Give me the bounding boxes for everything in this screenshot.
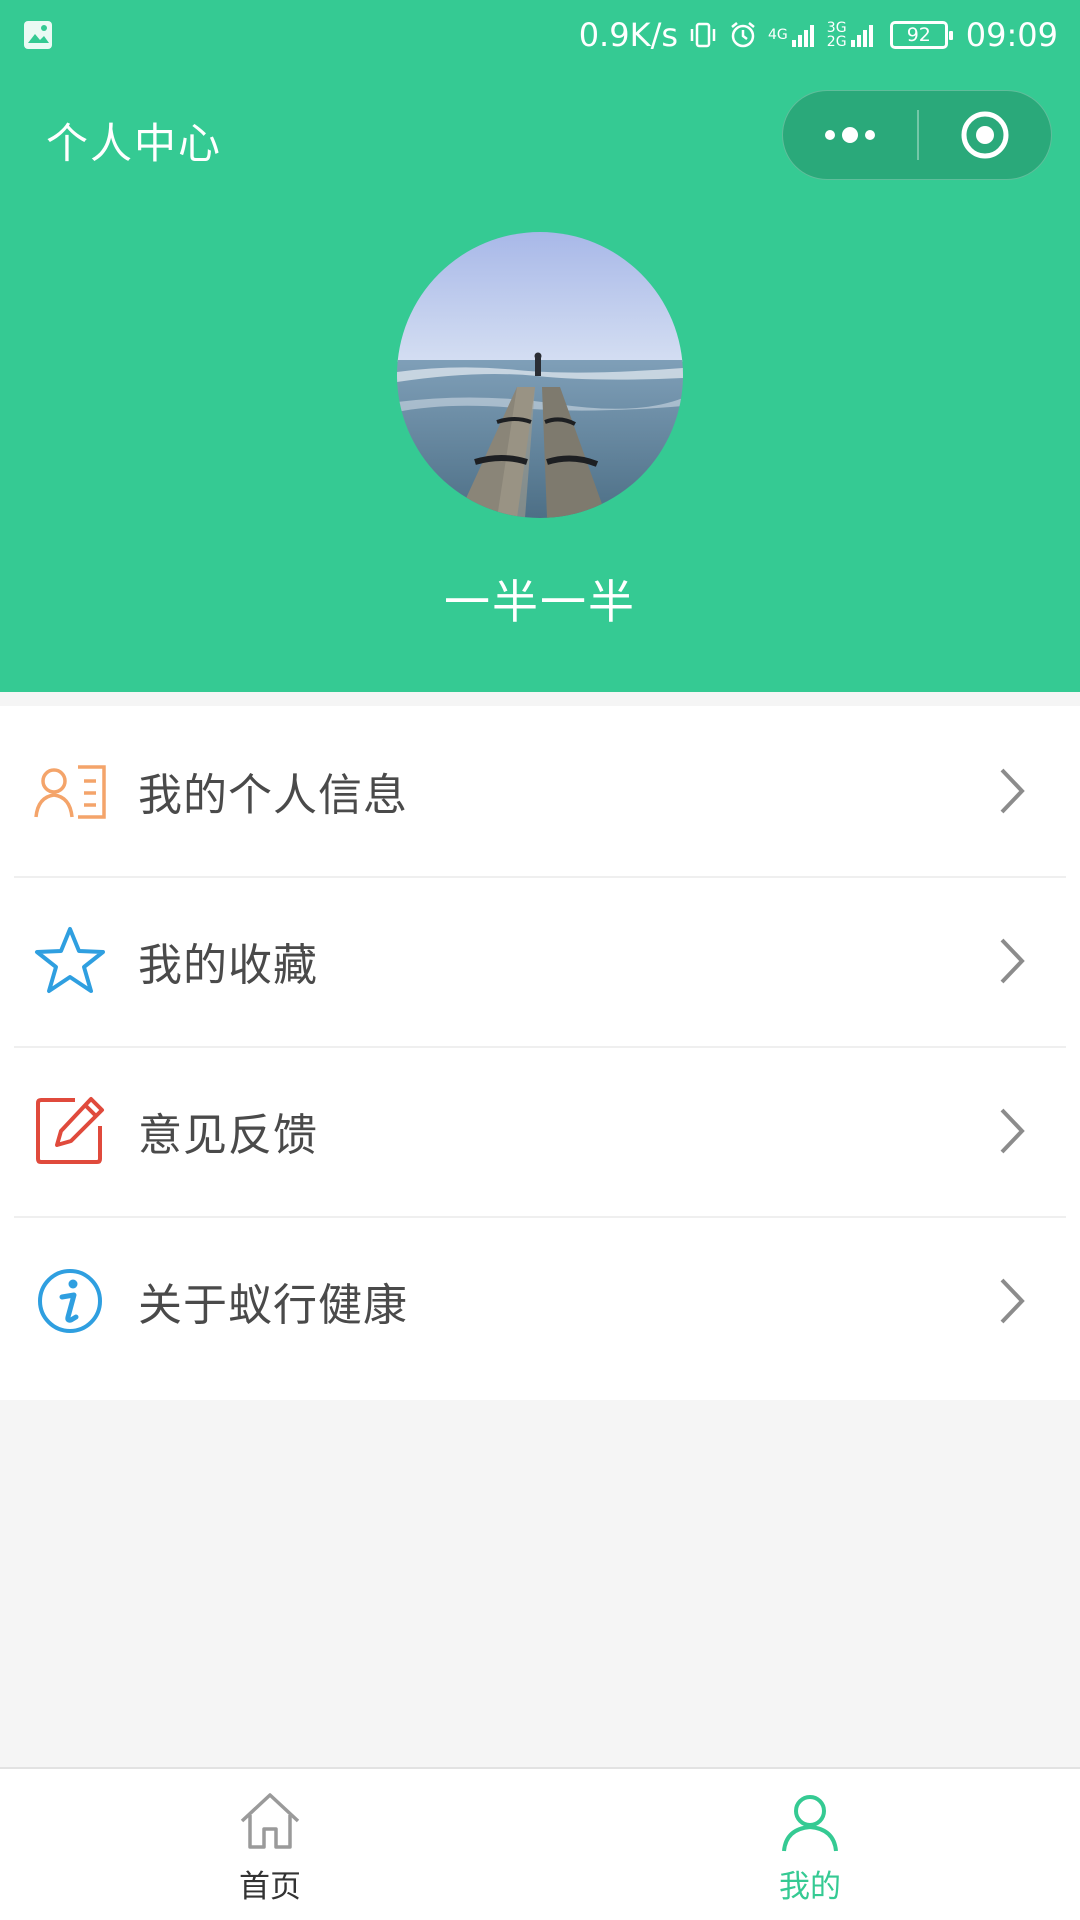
more-button[interactable] [783,91,917,179]
menu-item-about[interactable]: 关于蚁行健康 [0,1216,1080,1386]
tab-home[interactable]: 首页 [0,1769,540,1920]
menu-label-profile-info: 我的个人信息 [138,770,408,821]
mini-program-capsule [782,90,1052,180]
target-close-icon [961,111,1009,159]
signal-label-2: 3G 2G [826,20,847,50]
tab-bar: 首页 我的 [0,1767,1080,1920]
signal-icon [791,25,814,47]
star-icon [32,923,108,999]
user-icon [782,1795,838,1852]
info-icon [32,1263,108,1339]
home-icon [240,1793,300,1849]
menu-item-feedback[interactable]: 意见反馈 [0,1046,1080,1216]
battery-indicator: 92 [889,21,953,49]
gallery-icon [24,21,52,49]
vibrate-icon [690,22,716,48]
close-mini-program-button[interactable] [919,91,1051,179]
menu-item-profile-info[interactable]: 我的个人信息 [0,706,1080,876]
more-dots-icon [825,127,875,143]
avatar-photo [397,232,683,518]
username: 一半一半 [444,575,636,629]
profile-header: 个人中心 一半一半 [0,70,1080,692]
menu-list: 我的个人信息 我的收藏 意见反馈 关于蚁行健康 [0,706,1080,1400]
menu-item-favorites[interactable]: 我的收藏 [0,876,1080,1046]
clock: 09:09 [965,16,1058,54]
chevron-right-icon [1000,938,1025,984]
profile-card-icon [32,753,108,829]
edit-icon [32,1093,108,1169]
chevron-right-icon [1000,1108,1025,1154]
alarm-icon [731,22,755,48]
tab-label-mine: 我的 [779,1869,841,1905]
signal-label-1: 4G [768,27,788,43]
tab-mine[interactable]: 我的 [540,1769,1080,1920]
chevron-right-icon [1000,768,1025,814]
page-title: 个人中心 [46,119,223,168]
tab-label-home: 首页 [239,1869,301,1905]
signal-icon-2 [850,25,873,47]
menu-label-feedback: 意见反馈 [138,1110,318,1161]
menu-label-favorites: 我的收藏 [138,940,318,991]
chevron-right-icon [1000,1278,1025,1324]
status-bar: 0.9K/s 4G 3G 2G 92 09:09 [0,0,1080,70]
menu-label-about: 关于蚁行健康 [138,1280,408,1331]
net-speed: 0.9K/s [578,16,679,54]
screen: 0.9K/s 4G 3G 2G 92 09:09 个人中心 一半一半 我的个人信… [0,0,1080,1920]
avatar[interactable] [397,232,683,518]
